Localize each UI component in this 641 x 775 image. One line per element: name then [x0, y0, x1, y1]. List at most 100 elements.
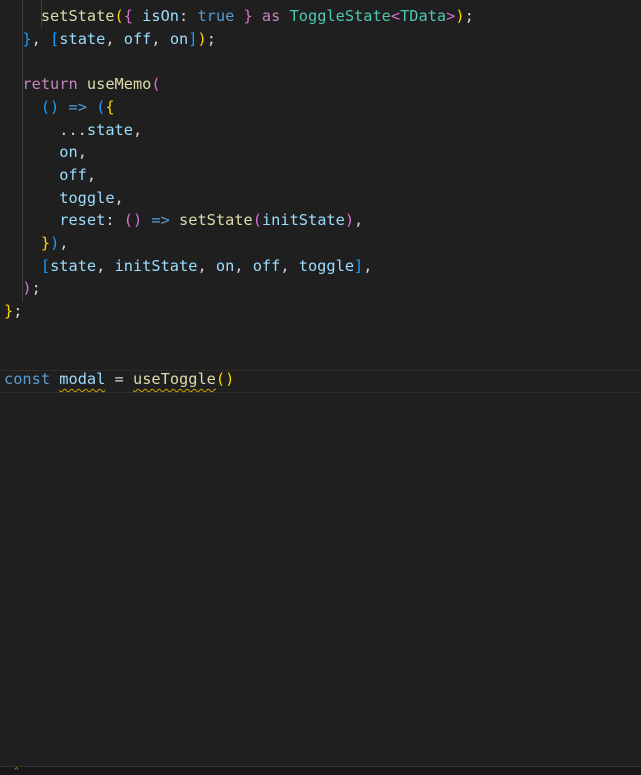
- code-token: >: [446, 7, 456, 25]
- code-token: on: [215, 256, 235, 275]
- code-token: isOn: [142, 7, 180, 25]
- code-line[interactable]: [state, initState, on, off, toggle],: [0, 255, 373, 278]
- code-editor[interactable]: setState({ isOn: true } as ToggleState<T…: [0, 0, 641, 766]
- code-line[interactable]: ...state,: [0, 119, 142, 142]
- code-line[interactable]: [0, 346, 4, 369]
- code-line[interactable]: toggle,: [0, 187, 124, 210]
- warning-icon[interactable]: ^: [14, 767, 19, 775]
- code-token: ,: [151, 29, 170, 48]
- code-token: ,: [132, 120, 143, 139]
- code-token: ,: [234, 256, 253, 275]
- code-token: ;: [13, 302, 23, 321]
- code-token: modal: [59, 370, 106, 389]
- code-token: =: [105, 370, 133, 389]
- code-token: ,: [354, 211, 364, 230]
- code-token: off: [59, 165, 87, 184]
- code-token: }: [4, 302, 14, 321]
- code-line[interactable]: [0, 50, 4, 73]
- code-token: ,: [31, 29, 51, 48]
- code-token: ;: [31, 279, 41, 298]
- code-token: {: [123, 7, 143, 25]
- code-token: ,: [59, 234, 69, 252]
- code-token: :: [179, 7, 198, 25]
- code-token: [: [50, 29, 60, 48]
- code-token: ,: [77, 143, 87, 162]
- code-line[interactable]: return useMemo(: [0, 73, 161, 96]
- code-token: {: [105, 97, 115, 116]
- code-token: state: [86, 120, 133, 139]
- code-token: toggle: [59, 188, 115, 207]
- code-token: ): [22, 279, 32, 298]
- code-token: on: [59, 143, 78, 162]
- code-token: ]: [354, 256, 364, 275]
- code-token: off: [252, 256, 281, 275]
- code-token: ...: [59, 120, 87, 139]
- code-token: =>: [68, 97, 87, 116]
- code-token: initState: [261, 211, 345, 230]
- code-token: ,: [197, 256, 216, 275]
- code-token: ToggleState: [289, 7, 391, 25]
- code-token: (: [252, 211, 262, 230]
- code-token: <: [390, 7, 401, 25]
- code-token: return: [22, 75, 78, 94]
- code-token: on: [169, 29, 189, 48]
- code-token: state: [59, 29, 106, 48]
- code-token: ): [455, 7, 465, 25]
- code-token: ,: [96, 256, 115, 275]
- code-token: (): [215, 370, 235, 389]
- code-line[interactable]: on,: [0, 141, 87, 164]
- code-token: }: [40, 234, 51, 252]
- code-line[interactable]: reset: () => setState(initState),: [0, 209, 363, 232]
- code-token: useMemo: [86, 75, 152, 94]
- code-token: (): [40, 97, 60, 116]
- code-token: :: [105, 211, 124, 230]
- code-token: }: [234, 7, 253, 25]
- code-line[interactable]: off,: [0, 164, 96, 187]
- code-token: true: [197, 7, 235, 25]
- code-token: initState: [114, 256, 198, 275]
- code-token: setState: [40, 7, 115, 25]
- code-line[interactable]: [0, 323, 4, 346]
- code-token: ;: [206, 29, 216, 48]
- code-token: as: [261, 7, 281, 25]
- code-token: reset: [59, 211, 106, 230]
- code-token: (: [151, 75, 161, 94]
- code-token: ): [344, 211, 355, 230]
- code-token: ,: [114, 188, 124, 207]
- code-line[interactable]: const modal = useToggle(): [0, 368, 234, 391]
- code-line[interactable]: }),: [0, 232, 69, 255]
- code-token: useToggle: [132, 370, 216, 389]
- code-token: off: [123, 29, 152, 48]
- code-token: =>: [151, 211, 170, 230]
- code-line[interactable]: () => ({: [0, 96, 115, 119]
- code-token: ): [50, 234, 60, 252]
- code-line[interactable]: }, [state, off, on]);: [0, 28, 216, 51]
- code-token: (): [123, 211, 143, 230]
- code-token: ): [197, 29, 207, 48]
- code-token: toggle: [298, 256, 355, 275]
- code-line[interactable]: );: [0, 277, 41, 300]
- code-token: }: [22, 29, 32, 48]
- code-token: setState: [179, 211, 253, 230]
- status-bar: [0, 767, 641, 775]
- code-token: (: [96, 97, 106, 116]
- code-line[interactable]: };: [0, 300, 22, 323]
- code-line[interactable]: setState({ isOn: true } as ToggleState<T…: [0, 5, 474, 28]
